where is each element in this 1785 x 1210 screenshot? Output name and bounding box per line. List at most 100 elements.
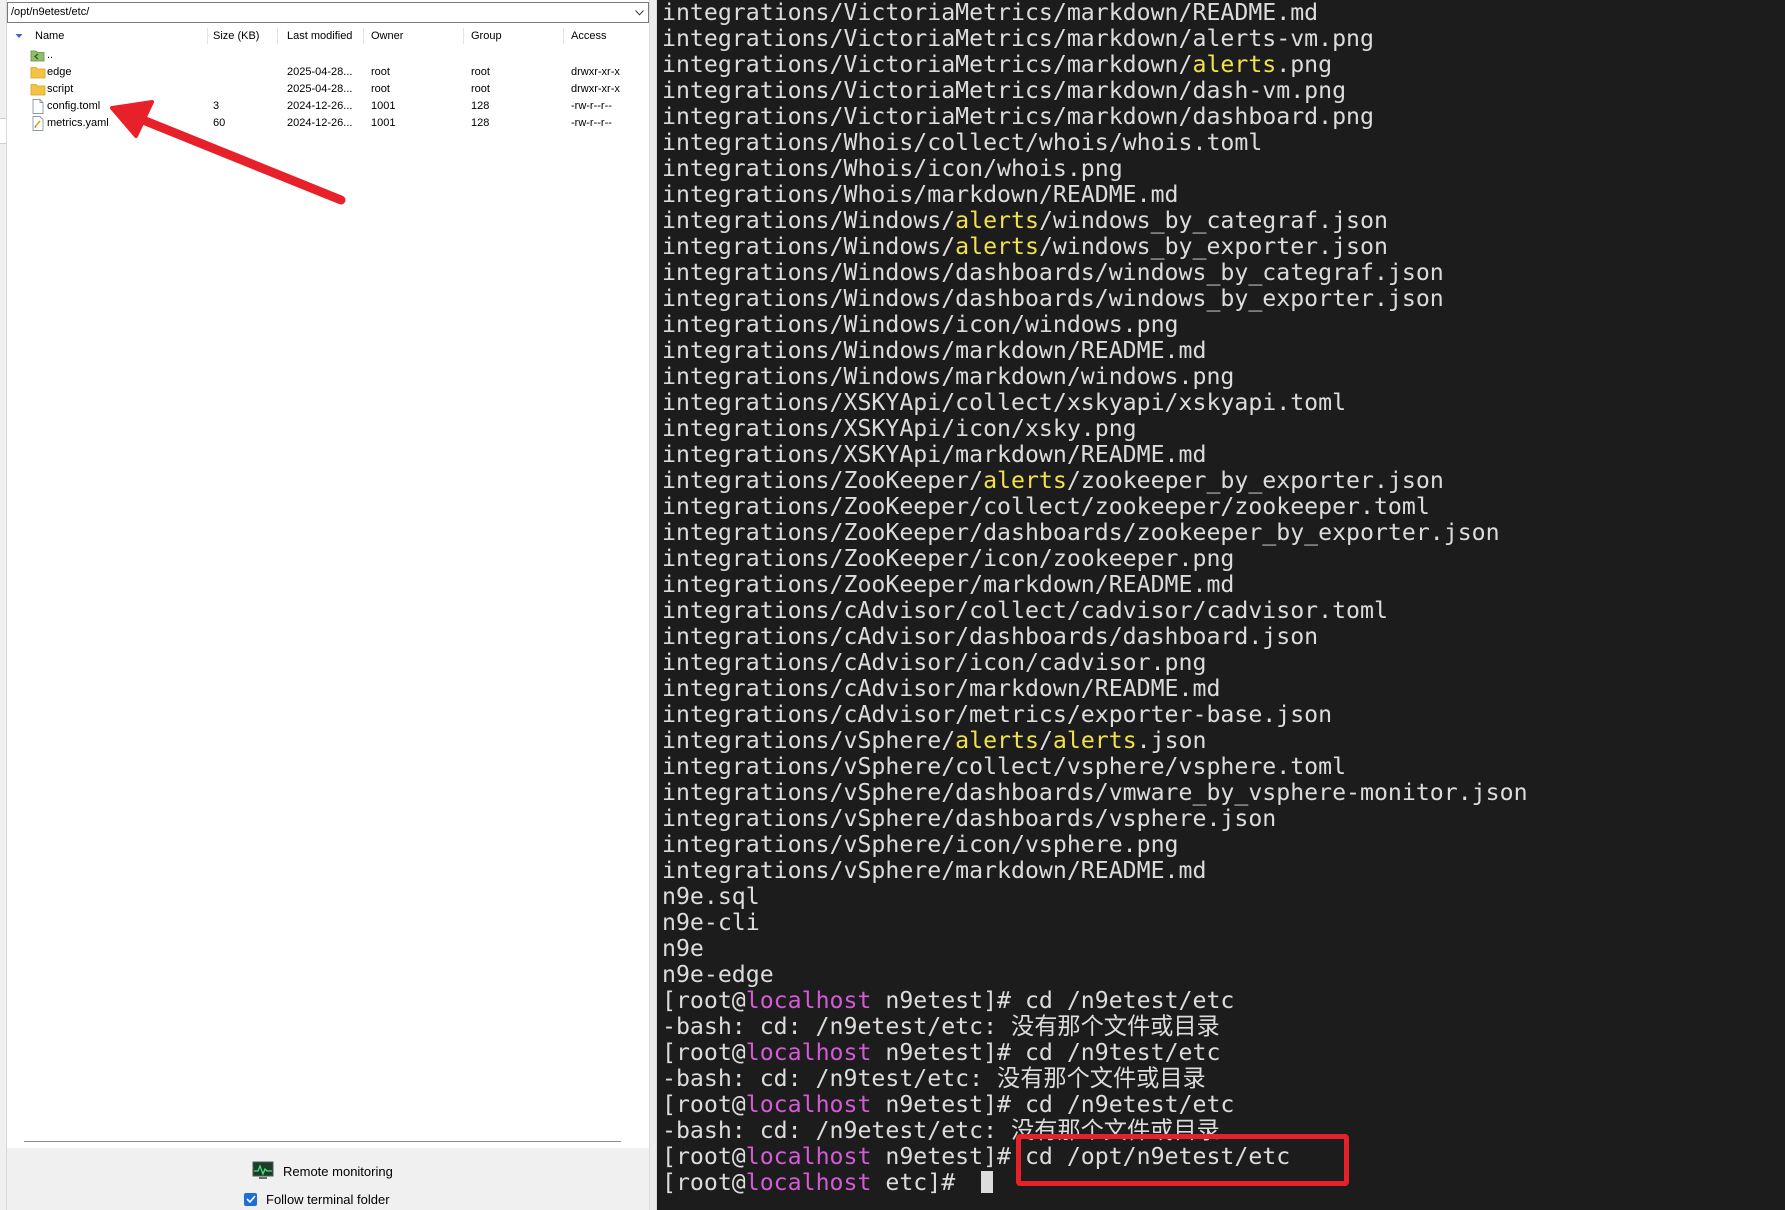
follow-terminal-folder-checkbox[interactable]: Follow terminal folder: [244, 1190, 390, 1208]
remote-monitoring-label: Remote monitoring: [283, 1163, 393, 1179]
col-header-group[interactable]: Group: [471, 25, 502, 47]
terminal-line: integrations/VictoriaMetrics/markdown/al…: [662, 52, 1528, 78]
terminal-line: integrations/cAdvisor/markdown/README.md: [662, 676, 1528, 702]
terminal-text: [root@: [662, 987, 746, 1014]
terminal-text: integrations/Windows/: [662, 233, 956, 260]
file-table: Name Size (KB) Last modified Owner Group…: [7, 25, 649, 132]
terminal-line: integrations/Windows/markdown/windows.pn…: [662, 364, 1528, 390]
file-owner: root: [371, 83, 390, 95]
terminal-text: integrations/XSKYApi/icon/xsky.png: [662, 415, 1137, 442]
file-size: 60: [213, 117, 226, 129]
terminal-line: n9e-edge: [662, 962, 1528, 988]
file-access: drwxr-xr-x: [571, 83, 620, 95]
terminal-line: integrations/vSphere/alerts/alerts.json: [662, 728, 1528, 754]
chevron-down-icon[interactable]: [631, 3, 648, 22]
table-row[interactable]: metrics.yaml 60 2024-12-26... 1001 128 -…: [7, 115, 649, 132]
terminal-line: integrations/ZooKeeper/collect/zookeeper…: [662, 494, 1528, 520]
terminal-line: integrations/VictoriaMetrics/markdown/da…: [662, 78, 1528, 104]
terminal-line: integrations/XSKYApi/collect/xskyapi/xsk…: [662, 390, 1528, 416]
terminal-text: integrations/Windows/: [662, 207, 956, 234]
col-header-name[interactable]: Name: [35, 25, 64, 47]
yaml-file-icon: [30, 116, 46, 131]
terminal-text: integrations/vSphere/collect/vsphere/vsp…: [662, 753, 1347, 780]
terminal-text: integrations/Whois/markdown/README.md: [662, 181, 1179, 208]
terminal-text: integrations/vSphere/: [662, 727, 956, 754]
terminal-text: integrations/cAdvisor/dashboards/dashboa…: [662, 623, 1319, 650]
table-header: Name Size (KB) Last modified Owner Group…: [7, 25, 649, 47]
terminal-line: integrations/vSphere/dashboards/vsphere.…: [662, 806, 1528, 832]
col-header-access[interactable]: Access: [571, 25, 606, 47]
terminal-line: integrations/vSphere/markdown/README.md: [662, 858, 1528, 884]
terminal-text: integrations/ZooKeeper/: [662, 467, 984, 494]
folder-icon: [30, 82, 46, 97]
file-name: script: [47, 83, 74, 95]
terminal-text: integrations/Windows/markdown/README.md: [662, 337, 1207, 364]
terminal-text: integrations/vSphere/dashboards/vmware_b…: [662, 779, 1528, 806]
terminal-text: integrations/ZooKeeper/icon/zookeeper.pn…: [662, 545, 1235, 572]
terminal-text: n9etest]# cd /n9etest/etc: [871, 987, 1235, 1014]
terminal-text: integrations/VictoriaMetrics/markdown/da…: [662, 103, 1374, 130]
terminal-text: integrations/vSphere/dashboards/vsphere.…: [662, 805, 1277, 832]
prompt-hostname: localhost: [745, 1039, 872, 1066]
terminal-line: -bash: cd: /n9etest/etc: 没有那个文件或目录: [662, 1014, 1528, 1040]
terminal-line: integrations/Windows/dashboards/windows_…: [662, 286, 1528, 312]
terminal-line: n9e-cli: [662, 910, 1528, 936]
col-header-size[interactable]: Size (KB): [213, 25, 259, 47]
terminal-line: integrations/Windows/alerts/windows_by_e…: [662, 234, 1528, 260]
file-group: 128: [471, 117, 490, 129]
file-icon: [30, 99, 46, 114]
terminal-pane[interactable]: integrations/VictoriaMetrics/markdown/RE…: [657, 0, 1785, 1210]
file-modified: 2025-04-28...: [287, 83, 353, 95]
terminal-line: integrations/vSphere/icon/vsphere.png: [662, 832, 1528, 858]
terminal-line: integrations/ZooKeeper/markdown/README.m…: [662, 572, 1528, 598]
terminal-text: .png: [1276, 51, 1333, 78]
col-header-owner[interactable]: Owner: [371, 25, 403, 47]
terminal-text: integrations/Windows/dashboards/windows_…: [662, 285, 1444, 312]
terminal-text: /windows_by_exporter.json: [1038, 233, 1388, 260]
highlighted-word: alerts: [1192, 51, 1277, 78]
remote-monitoring-button[interactable]: Remote monitoring: [252, 1160, 393, 1182]
highlighted-word: alerts: [983, 467, 1067, 494]
file-size: 3: [213, 100, 220, 112]
terminal-line: integrations/cAdvisor/metrics/exporter-b…: [662, 702, 1528, 728]
bottom-divider: [24, 1141, 621, 1142]
terminal-text: [root@: [662, 1039, 746, 1066]
file-owner: 1001: [371, 117, 396, 129]
terminal-text: integrations/Whois/icon/whois.png: [662, 155, 1123, 182]
file-owner: 1001: [371, 100, 396, 112]
file-group: root: [471, 66, 490, 78]
terminal-text: integrations/ZooKeeper/dashboards/zookee…: [662, 519, 1500, 546]
file-modified: 2024-12-26...: [287, 100, 353, 112]
terminal-text: n9e-cli: [662, 909, 760, 936]
terminal-line: integrations/Whois/icon/whois.png: [662, 156, 1528, 182]
terminal-text: integrations/VictoriaMetrics/markdown/: [662, 51, 1193, 78]
terminal-line: integrations/ZooKeeper/icon/zookeeper.pn…: [662, 546, 1528, 572]
file-rows: edge 2025-04-28... root root drwxr-xr-x …: [7, 64, 649, 132]
terminal-line: integrations/XSKYApi/markdown/README.md: [662, 442, 1528, 468]
terminal-line: [root@localhost n9etest]# cd /n9etest/et…: [662, 988, 1528, 1014]
terminal-text: n9etest]# cd /n9etest/etc: [871, 1091, 1235, 1118]
path-input[interactable]: /opt/n9etest/etc/: [7, 2, 649, 23]
terminal-text: integrations/cAdvisor/markdown/README.md: [662, 675, 1221, 702]
terminal-line: integrations/VictoriaMetrics/markdown/al…: [662, 26, 1528, 52]
checkbox-checked-icon[interactable]: [244, 1192, 257, 1206]
terminal-output: integrations/VictoriaMetrics/markdown/RE…: [662, 0, 1528, 1196]
table-row[interactable]: script 2025-04-28... root root drwxr-xr-…: [7, 81, 649, 98]
terminal-text: integrations/Whois/collect/whois/whois.t…: [662, 129, 1263, 156]
pane-splitter[interactable]: [649, 0, 657, 1210]
highlighted-word: alerts: [955, 207, 1039, 234]
terminal-text: -bash: cd: /n9test/etc: 没有那个文件或目录: [662, 1065, 1206, 1092]
parent-dir-row[interactable]: ..: [7, 47, 649, 64]
left-edge-bar: [0, 0, 7, 1210]
table-row[interactable]: config.toml 3 2024-12-26... 1001 128 -rw…: [7, 98, 649, 115]
terminal-line: [root@localhost n9etest]# cd /n9test/etc: [662, 1040, 1528, 1066]
terminal-line: integrations/ZooKeeper/dashboards/zookee…: [662, 520, 1528, 546]
terminal-line: integrations/XSKYApi/icon/xsky.png: [662, 416, 1528, 442]
terminal-text: integrations/vSphere/icon/vsphere.png: [662, 831, 1179, 858]
terminal-text: n9e-edge: [662, 961, 774, 988]
terminal-line: n9e.sql: [662, 884, 1528, 910]
table-row[interactable]: edge 2025-04-28... root root drwxr-xr-x: [7, 64, 649, 81]
terminal-text: integrations/Windows/markdown/windows.pn…: [662, 363, 1235, 390]
col-header-modified[interactable]: Last modified: [287, 25, 352, 47]
terminal-text: .json: [1136, 727, 1207, 754]
